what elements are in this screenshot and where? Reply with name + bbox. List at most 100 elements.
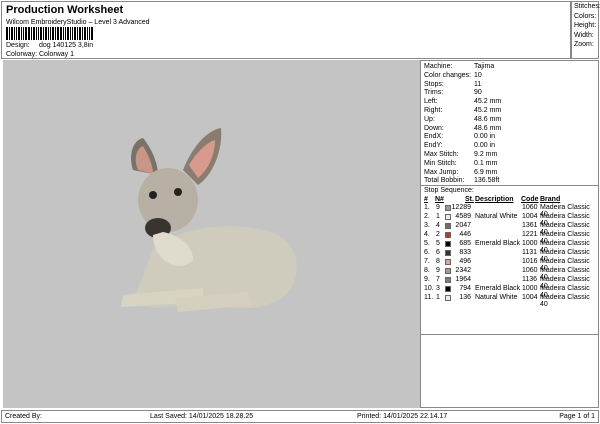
color-swatch — [445, 295, 451, 301]
divider — [421, 185, 598, 186]
needle-num: 8 — [436, 258, 440, 265]
needle-num: 6 — [436, 249, 440, 256]
colorway-label: Colorway: — [6, 51, 38, 58]
footer: Created By: Last Saved: 14/01/2025 18.28… — [1, 410, 599, 423]
color-swatch — [445, 205, 451, 211]
stat-label: Stitches: — [574, 3, 600, 10]
thread-code: 1000 — [522, 240, 538, 247]
machine-info-row: Stops: 11 — [424, 80, 481, 88]
design-value: dog 140125 3,8in — [39, 42, 94, 49]
color-swatch — [445, 241, 451, 247]
info-label: EndX: — [424, 133, 444, 141]
stat-row: Width:3.56 in — [574, 32, 594, 39]
color-swatch — [445, 250, 451, 256]
stat-row: Zoom:1:1 — [574, 41, 594, 48]
stitch-count: 496 — [459, 258, 471, 265]
info-value: 90 — [474, 89, 482, 97]
info-value: 11 — [474, 80, 482, 88]
machine-info-row: Max Jump: 6.9 mm — [424, 169, 497, 176]
stitch-count: 12289 — [451, 204, 471, 211]
needle-num: 9 — [436, 204, 440, 211]
stop-row: 10. 3 794 Emerald Black 1000 Madeira Cla… — [421, 285, 598, 299]
info-label: Stops: — [424, 80, 444, 88]
info-value: 10 — [474, 71, 482, 79]
stat-label: Height: — [574, 22, 597, 29]
barcode — [6, 27, 116, 40]
machine-info-row: EndX: 0.00 in — [424, 133, 495, 141]
color-swatch — [445, 232, 451, 238]
machine-info-row: Down: 48.6 mm — [424, 125, 501, 132]
info-label: EndY: — [424, 142, 443, 150]
thread-code: 1361 — [522, 222, 538, 229]
color-swatch — [445, 259, 451, 265]
machine-info-row: Color changes: 10 — [424, 71, 482, 79]
stitch-count: 1964 — [455, 276, 471, 283]
info-label: Left: — [424, 98, 438, 106]
stitch-count: 833 — [459, 249, 471, 256]
needle-num: 2 — [436, 231, 440, 238]
stitch-count: 136 — [459, 294, 471, 301]
info-label: Trims: — [424, 89, 444, 97]
stop-row: 4. 2 446 1221 Madeira Classic 40 — [421, 231, 598, 245]
color-description: Natural White — [475, 294, 518, 301]
stop-row: 3. 4 2047 1361 Madeira Classic 40 — [421, 222, 598, 236]
needle-num: 3 — [436, 285, 440, 292]
color-description: Natural White — [475, 213, 518, 220]
stat-label: Zoom: — [574, 41, 594, 48]
stop-num: 4. — [424, 231, 430, 238]
stat-label: Width: — [574, 31, 594, 39]
needle-num: 9 — [436, 267, 440, 274]
stat-row: Height:3.82 in — [574, 22, 596, 29]
stop-row: 6. 6 833 1131 Madeira Classic 40 — [421, 249, 598, 263]
info-label: Max Stitch: — [424, 151, 459, 158]
printed: Printed: 14/01/2025 22.14.17 — [357, 413, 448, 420]
info-label: Machine: — [424, 63, 453, 70]
needle-num: 4 — [436, 222, 440, 229]
info-value: 45.2 mm — [474, 98, 502, 106]
info-value: Tajima — [474, 63, 495, 70]
info-label: Color changes: — [424, 71, 472, 79]
machine-info-row: Right: 45.2 mm — [424, 107, 501, 114]
stitch-count: 685 — [459, 240, 471, 247]
thread-code: 1221 — [522, 231, 538, 238]
stop-num: 8. — [424, 267, 430, 274]
color-swatch — [445, 223, 451, 229]
info-value: 9.2 mm — [474, 151, 498, 158]
machine-info-row: Min Stitch: 0.1 mm — [424, 160, 497, 167]
divider — [421, 334, 598, 335]
software-subtitle: Wilcom EmbroideryStudio – Level 3 Advanc… — [6, 19, 150, 26]
info-value: 0.00 in — [474, 142, 496, 150]
stop-num: 7. — [424, 258, 430, 265]
col-header-num: # — [424, 196, 428, 203]
info-value: 0.1 mm — [474, 159, 498, 167]
last-saved: Last Saved: 14/01/2025 18.28.25 — [150, 413, 254, 420]
color-description: Emerald Black — [475, 285, 521, 292]
design-row: Design: dog 140125 3,8in — [6, 42, 93, 49]
needle-num: 1 — [436, 294, 440, 301]
color-swatch — [445, 277, 451, 283]
machine-info-row: Left: 45.2 mm — [424, 98, 501, 106]
needle-num: 1 — [436, 213, 440, 220]
design-label: Design: — [6, 42, 30, 49]
stop-num: 2. — [424, 213, 430, 220]
page-title: Production Worksheet — [6, 4, 124, 16]
thread-code: 1060 — [522, 204, 538, 211]
info-value: 48.6 mm — [474, 115, 502, 123]
thread-code: 1000 — [522, 285, 538, 292]
stat-row: Stitches:26623 — [574, 3, 600, 10]
stop-num: 9. — [424, 276, 430, 283]
stop-num: 1. — [424, 204, 430, 211]
stop-row: 2. 1 4589 Natural White 1004 Madeira Cla… — [421, 213, 598, 227]
design-preview — [3, 60, 420, 408]
machine-info-row: Max Stitch: 9.2 mm — [424, 151, 497, 158]
stitch-count: 2047 — [455, 222, 471, 229]
needle-num: 7 — [436, 276, 440, 283]
stop-row: 5. 5 685 Emerald Black 1000 Madeira Clas… — [421, 240, 598, 254]
color-description: Emerald Black — [475, 240, 521, 247]
stop-row: 1. 9 12289 1060 Madeira Classic 40 — [421, 204, 598, 218]
stitch-count: 2342 — [455, 267, 471, 274]
info-label: Total Bobbin: — [424, 177, 465, 185]
machine-info-row: Total Bobbin: 136.58ft — [424, 177, 499, 185]
stop-num: 3. — [424, 222, 430, 229]
col-header-brand: Brand — [540, 196, 561, 203]
